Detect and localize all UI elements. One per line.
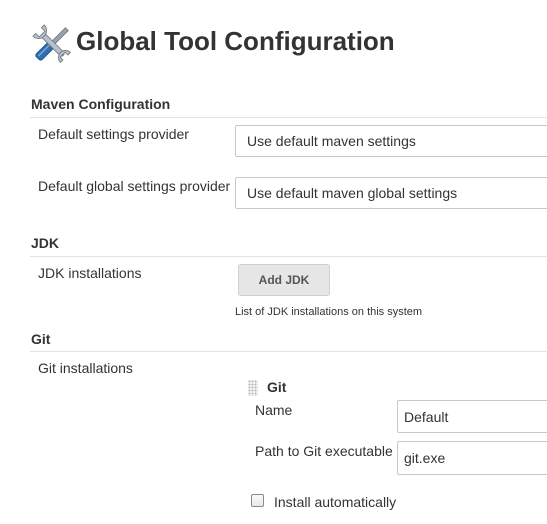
jdk-help-text: List of JDK installations on this system (235, 306, 423, 318)
git-name-input[interactable]: Default (397, 400, 547, 433)
git-path-value: git.exe (404, 450, 446, 466)
git-entry-title: Git (267, 379, 287, 395)
default-settings-label: Default settings provider (38, 126, 189, 142)
default-global-settings-label: Default global settings provider (38, 178, 231, 194)
section-divider (30, 351, 547, 352)
install-automatically-label[interactable]: Install automatically (274, 494, 396, 510)
section-divider (30, 117, 547, 118)
default-global-settings-value: Use default maven global settings (247, 185, 458, 201)
git-name-value: Default (404, 408, 449, 425)
git-path-label: Path to Git executable (255, 443, 393, 459)
drag-handle-icon[interactable] (248, 380, 258, 396)
jdk-installations-label: JDK installations (38, 265, 142, 281)
section-title-git: Git (31, 331, 51, 347)
git-name-label: Name (255, 402, 293, 418)
git-installations-label: Git installations (38, 360, 133, 376)
tools-icon (30, 22, 74, 66)
install-automatically-checkbox[interactable] (251, 494, 264, 507)
default-settings-value: Use default maven settings (247, 133, 416, 149)
page-title: Global Tool Configuration (76, 26, 395, 56)
section-divider (30, 256, 547, 257)
default-settings-select[interactable]: Use default maven settings (235, 125, 547, 157)
git-path-input[interactable]: git.exe (397, 441, 547, 475)
section-title-jdk: JDK (31, 235, 60, 251)
section-title-maven: Maven Configuration (31, 96, 171, 112)
add-jdk-button[interactable]: Add JDK (238, 264, 330, 296)
default-global-settings-select[interactable]: Use default maven global settings (235, 177, 547, 209)
